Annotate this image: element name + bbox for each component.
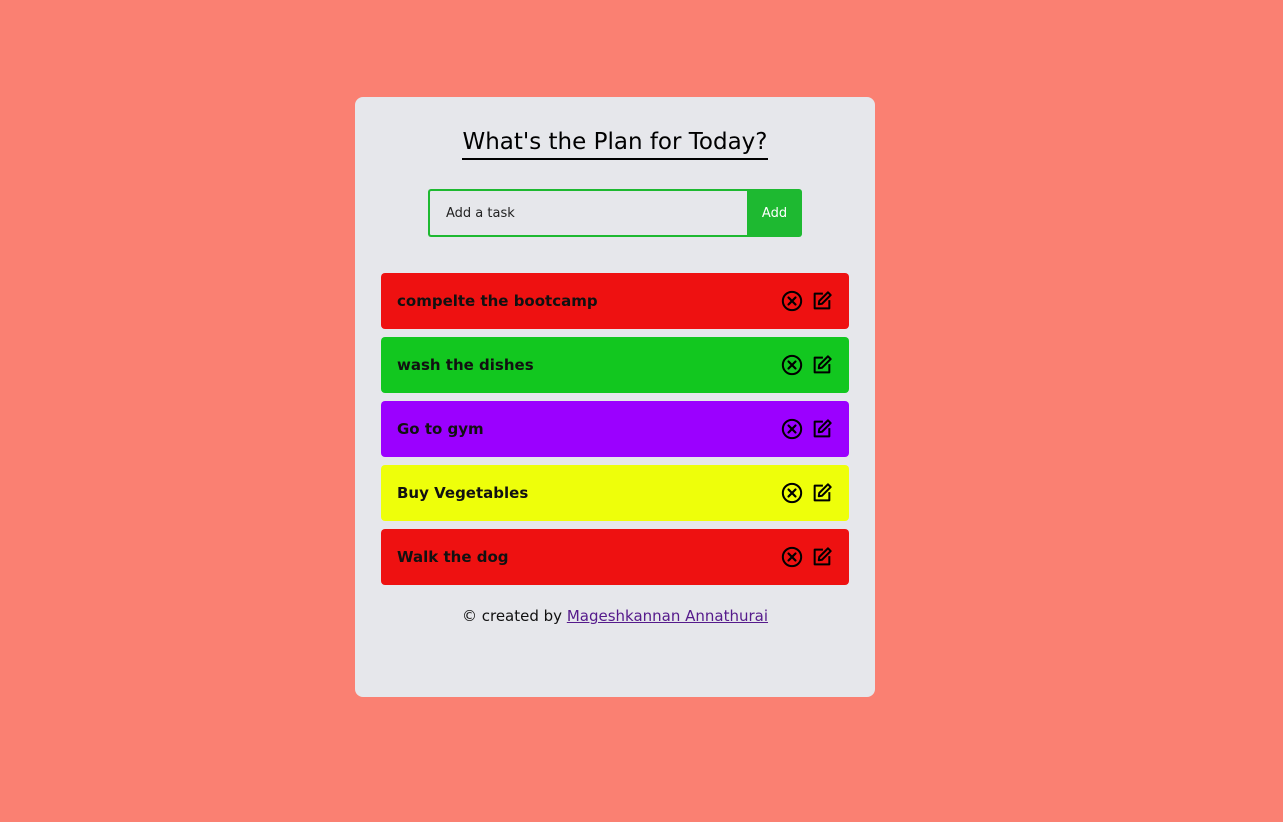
todo-actions <box>781 482 833 504</box>
add-button[interactable]: Add <box>747 189 802 237</box>
todo-actions <box>781 418 833 440</box>
footer: © created by Mageshkannan Annathurai <box>355 607 875 625</box>
todo-list: compelte the bootcamp wash the dishes Go… <box>381 273 849 593</box>
todo-text: Walk the dog <box>397 548 509 566</box>
edit-icon[interactable] <box>811 418 833 440</box>
todo-item: Buy Vegetables <box>381 465 849 521</box>
edit-icon[interactable] <box>811 482 833 504</box>
title-wrapper: What's the Plan for Today? <box>355 127 875 160</box>
edit-icon[interactable] <box>811 290 833 312</box>
todo-item: Go to gym <box>381 401 849 457</box>
close-circle-icon[interactable] <box>781 482 803 504</box>
edit-icon[interactable] <box>811 354 833 376</box>
todo-text: wash the dishes <box>397 356 534 374</box>
todo-text: Buy Vegetables <box>397 484 529 502</box>
todo-text: compelte the bootcamp <box>397 292 598 310</box>
todo-actions <box>781 546 833 568</box>
footer-prefix: © created by <box>461 607 567 625</box>
close-circle-icon[interactable] <box>781 354 803 376</box>
page-title: What's the Plan for Today? <box>462 127 768 160</box>
author-link[interactable]: Mageshkannan Annathurai <box>567 607 768 625</box>
todo-actions <box>781 354 833 376</box>
task-input[interactable] <box>428 189 747 237</box>
edit-icon[interactable] <box>811 546 833 568</box>
todo-text: Go to gym <box>397 420 484 438</box>
todo-item: compelte the bootcamp <box>381 273 849 329</box>
add-task-form: Add <box>428 189 802 237</box>
todo-card: What's the Plan for Today? Add compelte … <box>355 97 875 697</box>
close-circle-icon[interactable] <box>781 290 803 312</box>
close-circle-icon[interactable] <box>781 546 803 568</box>
todo-item: wash the dishes <box>381 337 849 393</box>
close-circle-icon[interactable] <box>781 418 803 440</box>
todo-actions <box>781 290 833 312</box>
todo-item: Walk the dog <box>381 529 849 585</box>
